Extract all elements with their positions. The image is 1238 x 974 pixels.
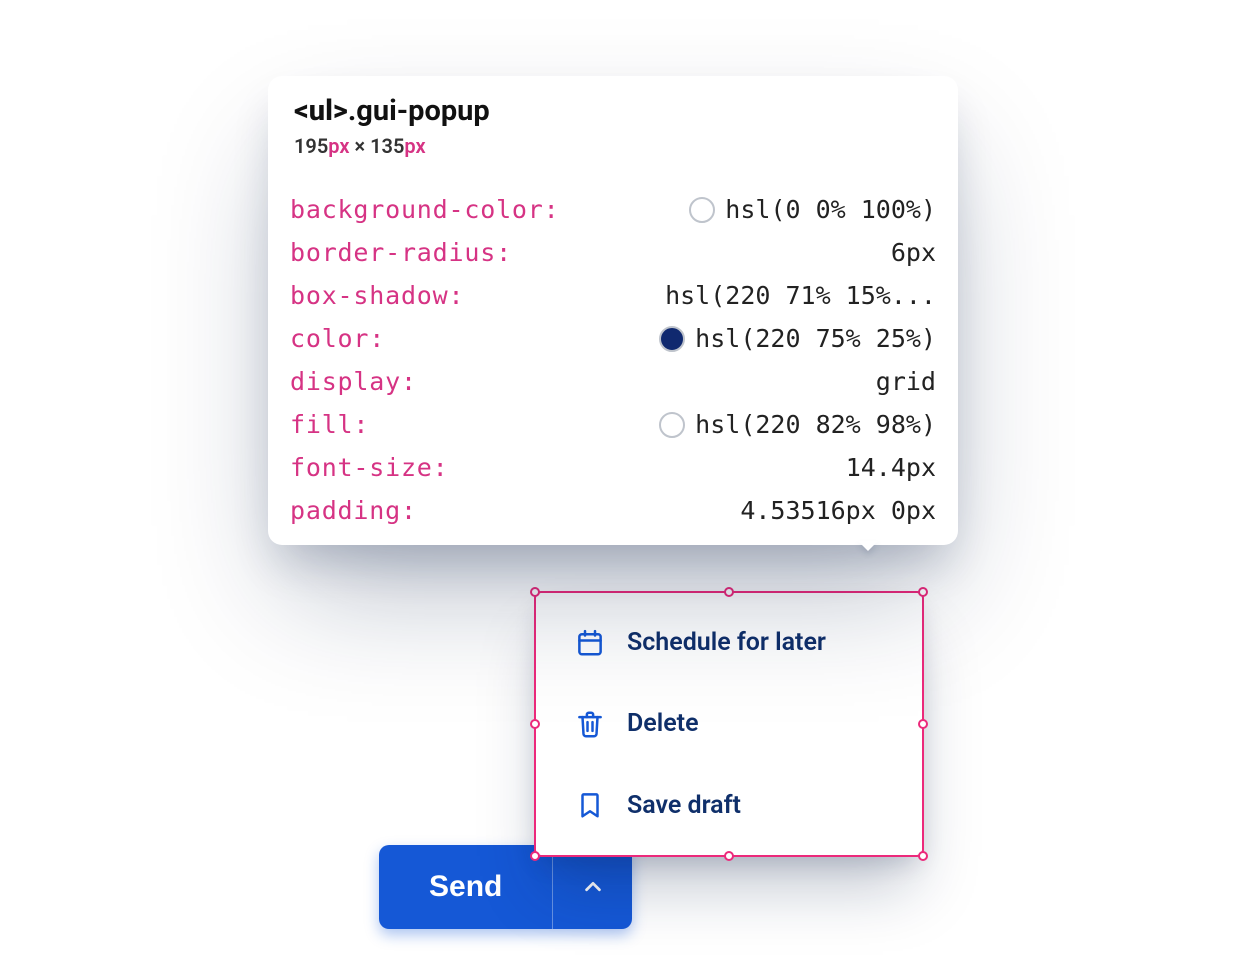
style-row: padding 4.53516px 0px [290,496,936,525]
style-value-text: 6px [891,238,936,267]
style-value: hsl(220 71% 15%... [665,281,936,310]
style-value: 4.53516px 0px [740,496,936,525]
style-row: border-radius 6px [290,238,936,267]
color-swatch-icon [659,326,685,352]
style-row: fill hsl(220 82% 98%) [290,410,936,439]
selection-handle[interactable] [530,719,540,729]
color-swatch-icon [689,197,715,223]
style-value: hsl(220 82% 98%) [659,410,936,439]
style-value-text: grid [876,367,936,396]
devtools-element-tooltip: <ul>.gui-popup 195px × 135px background-… [268,76,958,545]
tooltip-dim-sep: × [350,134,371,158]
send-button[interactable]: Send [379,845,552,929]
selection-handle[interactable] [918,587,928,597]
tooltip-styles: background-color hsl(0 0% 100%) border-rad… [290,195,936,525]
style-row: font-size 14.4px [290,453,936,482]
popup-item-delete[interactable]: Delete [535,683,923,764]
gui-popup: Schedule for later Delete Save draft [535,592,923,856]
style-value: hsl(220 75% 25%) [659,324,936,353]
style-value-text: hsl(220 71% 15%... [665,281,936,310]
style-value: hsl(0 0% 100%) [689,195,936,224]
send-more-button[interactable] [552,845,632,929]
tooltip-dimensions: 195px × 135px [294,134,932,158]
popup-item-label: Schedule for later [627,628,826,657]
popup-item-schedule[interactable]: Schedule for later [535,602,923,683]
tooltip-selector: <ul>.gui-popup [294,94,932,128]
selection-handle[interactable] [724,587,734,597]
px-unit: px [404,134,425,158]
style-property: padding [290,496,417,525]
selection-handle[interactable] [530,587,540,597]
style-value-text: hsl(0 0% 100%) [725,195,936,224]
selection-handle[interactable] [918,851,928,861]
selection-handle[interactable] [724,851,734,861]
selection-handle[interactable] [530,851,540,861]
style-property: background-color [290,195,559,224]
style-row: display grid [290,367,936,396]
style-value-text: 14.4px [846,453,936,482]
tooltip-tag: <ul> [294,94,348,128]
tooltip-width: 195 [294,134,328,158]
trash-icon [575,709,605,739]
style-row: background-color hsl(0 0% 100%) [290,195,936,224]
popup-item-label: Save draft [627,791,741,820]
style-value: 6px [891,238,936,267]
tooltip-header: <ul>.gui-popup 195px × 135px [290,90,936,173]
tooltip-height: 135 [370,134,404,158]
chevron-up-icon [582,876,604,898]
send-split-button: Send [379,845,632,929]
style-property: border-radius [290,238,512,267]
px-unit: px [328,134,349,158]
tooltip-class: .gui-popup [348,94,490,128]
style-property: display [290,367,417,396]
popup-item-save-draft[interactable]: Save draft [535,765,923,846]
style-row: color hsl(220 75% 25%) [290,324,936,353]
style-value: grid [876,367,936,396]
style-property: box-shadow [290,281,464,310]
calendar-icon [575,628,605,658]
selection-handle[interactable] [918,719,928,729]
style-value-text: 4.53516px 0px [740,496,936,525]
popup-item-label: Delete [627,709,699,738]
style-property: font-size [290,453,449,482]
style-property: color [290,324,385,353]
style-value: 14.4px [846,453,936,482]
style-value-text: hsl(220 82% 98%) [695,410,936,439]
style-value-text: hsl(220 75% 25%) [695,324,936,353]
color-swatch-icon [659,412,685,438]
style-row: box-shadow hsl(220 71% 15%... [290,281,936,310]
style-property: fill [290,410,369,439]
bookmark-icon [575,790,605,820]
